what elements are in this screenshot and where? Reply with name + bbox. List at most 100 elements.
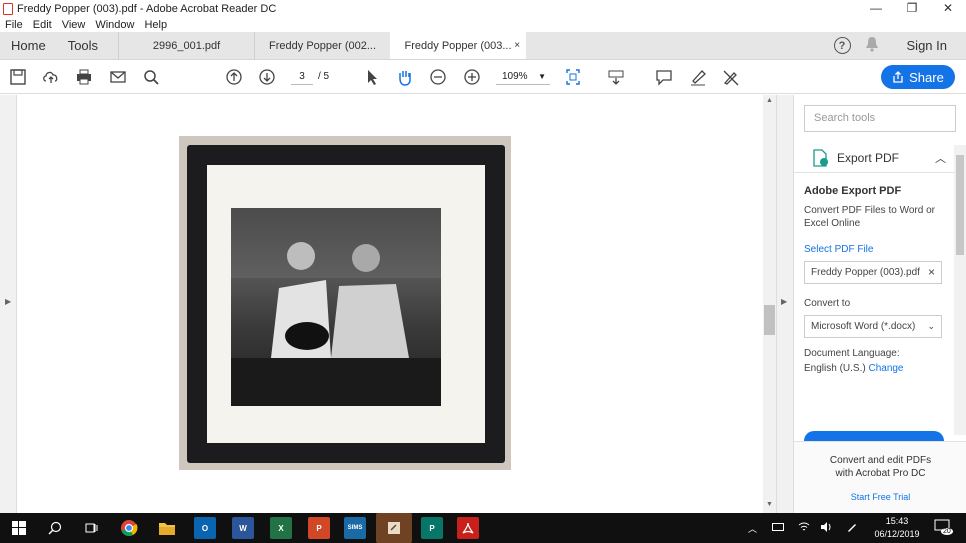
zoom-out-icon[interactable] (428, 67, 448, 87)
promo-text: Convert and edit PDFs with Acrobat Pro D… (829, 455, 932, 479)
fit-page-icon[interactable] (563, 67, 583, 87)
search-tools-input[interactable]: Search tools (804, 105, 956, 132)
restore-button[interactable]: ❐ (894, 0, 930, 17)
publisher-icon[interactable]: P (421, 517, 443, 539)
chrome-icon[interactable] (118, 517, 140, 539)
doc-tab-freddy-003[interactable]: Freddy Popper (003... × (390, 32, 527, 59)
tools-pane-scrollbar[interactable] (954, 145, 966, 435)
left-panel-toggle[interactable]: ▶ (0, 95, 17, 513)
chevron-up-icon[interactable]: ︿ (748, 522, 757, 535)
page-total: / 5 (318, 71, 330, 82)
select-pdf-file-link[interactable]: Select PDF File (804, 244, 954, 255)
volume-icon[interactable] (820, 521, 832, 536)
start-free-trial-link[interactable]: Start Free Trial (794, 492, 966, 502)
zoom-in-icon[interactable] (462, 67, 482, 87)
export-pdf-title: Export PDF (837, 150, 900, 165)
tab-tools[interactable]: Tools (57, 32, 118, 59)
menu-file[interactable]: File (5, 19, 23, 31)
doc-language-row: English (U.S.) Change (804, 363, 954, 374)
convert-button[interactable] (804, 431, 944, 441)
minimize-button[interactable]: — (858, 0, 894, 17)
zoom-value: 109% (502, 71, 528, 82)
sims-icon[interactable]: SIMS (344, 517, 366, 539)
doc-tab-label: Freddy Popper (002... (269, 39, 377, 52)
cloud-upload-icon[interactable] (41, 67, 61, 87)
tools-scrollbar-thumb[interactable] (956, 155, 964, 255)
share-button[interactable]: Share (881, 65, 955, 89)
export-pdf-panel: Adobe Export PDF Convert PDF Files to Wo… (804, 185, 954, 374)
notification-icon[interactable]: 20 (934, 519, 953, 535)
remove-file-icon[interactable]: × (928, 262, 935, 283)
battery-icon[interactable] (772, 523, 784, 531)
excel-icon[interactable]: X (270, 517, 292, 539)
menu-bar: File Edit View Window Help (0, 17, 966, 32)
doc-tab-freddy-002[interactable]: Freddy Popper (002... (254, 32, 390, 59)
convert-format-value: Microsoft Word (*.docx) (811, 321, 916, 332)
search-icon[interactable] (141, 67, 161, 87)
notes-app-icon[interactable] (376, 513, 412, 543)
file-explorer-icon[interactable] (156, 517, 178, 539)
next-page-icon[interactable] (257, 67, 277, 87)
system-clock[interactable]: 15:43 06/12/2019 (868, 515, 926, 541)
save-icon[interactable] (8, 67, 28, 87)
chevron-down-icon: ⌄ (927, 321, 935, 331)
convert-format-select[interactable]: Microsoft Word (*.docx) ⌄ (804, 315, 942, 338)
zoom-dropdown[interactable]: 109% ▼ (496, 69, 550, 85)
page-number-input[interactable]: 3 (291, 69, 313, 85)
title-bar: Freddy Popper (003).pdf - Adobe Acrobat … (0, 0, 966, 17)
sign-icon[interactable] (721, 67, 741, 87)
wifi-icon[interactable] (798, 521, 810, 536)
black-white-photo (231, 208, 441, 406)
bell-icon[interactable] (865, 36, 879, 55)
pen-icon[interactable] (846, 521, 858, 536)
change-language-link[interactable]: Change (868, 363, 903, 374)
powerpoint-icon[interactable]: P (308, 517, 330, 539)
search-icon[interactable] (44, 517, 66, 539)
tools-pane-collapse[interactable]: ▶ (777, 95, 794, 513)
scroll-up-icon[interactable]: ▲ (766, 97, 773, 104)
clock-date: 06/12/2019 (874, 529, 920, 539)
task-view-icon[interactable] (80, 517, 102, 539)
doc-tab-2996[interactable]: 2996_001.pdf (118, 32, 254, 59)
collapse-pane-icon[interactable]: ▶ (781, 297, 787, 306)
outlook-icon[interactable]: O (194, 517, 216, 539)
export-pdf-header[interactable]: Export PDF ︿ (794, 143, 958, 173)
hand-tool-icon[interactable] (395, 67, 415, 87)
tab-bar: Home Tools 2996_001.pdf Freddy Popper (0… (0, 32, 966, 60)
word-icon[interactable]: W (232, 517, 254, 539)
main-toolbar: 3 / 5 109% ▼ (0, 60, 966, 94)
clock-time: 15:43 (885, 516, 909, 526)
keyboard-icon[interactable] (606, 67, 626, 87)
convert-to-label: Convert to (804, 298, 851, 309)
selected-file-field[interactable]: Freddy Popper (003).pdf × (804, 261, 942, 284)
previous-page-icon[interactable] (224, 67, 244, 87)
sign-in-link[interactable]: Sign In (907, 38, 947, 53)
scroll-down-icon[interactable]: ▼ (766, 501, 773, 508)
menu-help[interactable]: Help (144, 19, 167, 31)
chevron-down-icon: ▼ (538, 72, 546, 81)
menu-edit[interactable]: Edit (33, 19, 52, 31)
help-icon[interactable]: ? (833, 37, 851, 54)
comment-icon[interactable] (654, 67, 674, 87)
scrollbar-thumb[interactable] (764, 305, 775, 335)
doc-language-label: Document Language: (804, 348, 900, 359)
tools-pane: ▶ Search tools Export PDF ︿ Adobe Export… (776, 95, 966, 513)
tab-home[interactable]: Home (0, 32, 57, 59)
window-title: Freddy Popper (003).pdf - Adobe Acrobat … (17, 2, 277, 15)
email-icon[interactable] (108, 67, 128, 87)
close-tab-icon[interactable]: × (514, 40, 520, 51)
framed-photograph (179, 136, 511, 470)
windows-start-icon[interactable] (8, 517, 30, 539)
select-cursor-icon[interactable] (362, 67, 382, 87)
document-scrollbar[interactable]: ▲ ▼ (763, 95, 776, 513)
print-icon[interactable] (74, 67, 94, 87)
close-window-button[interactable]: ✕ (930, 0, 966, 17)
notification-count: 20 (941, 528, 953, 535)
menu-window[interactable]: Window (95, 19, 134, 31)
expand-left-icon[interactable]: ▶ (5, 297, 11, 306)
document-viewer: ▶ ▲ ▼ (0, 95, 776, 513)
chevron-up-icon[interactable]: ︿ (935, 150, 946, 166)
acrobat-icon[interactable] (457, 517, 479, 539)
highlight-pen-icon[interactable] (688, 67, 708, 87)
menu-view[interactable]: View (62, 19, 86, 31)
